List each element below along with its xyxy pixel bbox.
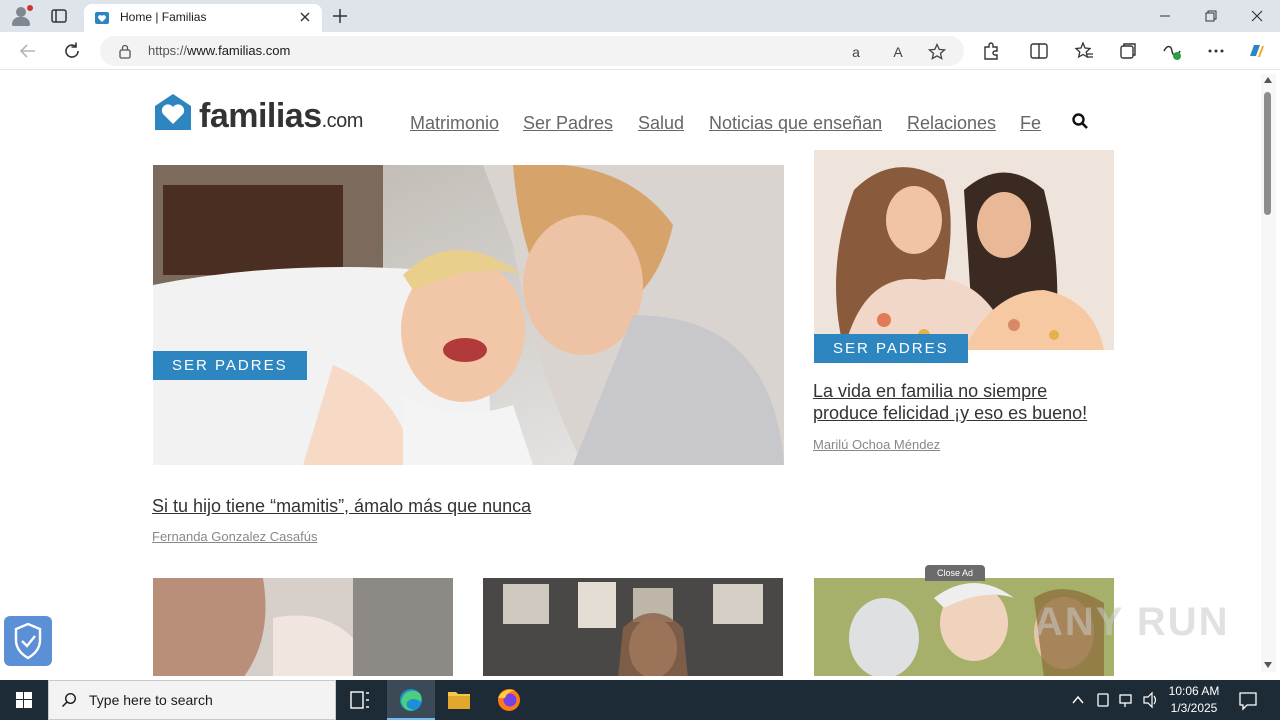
taskbar-clock[interactable]: 10:06 AM 1/3/2025: [1164, 683, 1224, 717]
taskbar-search-placeholder[interactable]: Type here to search: [89, 692, 213, 708]
firefox-icon[interactable]: [485, 680, 533, 720]
title-bar: Home | Familias: [0, 0, 1280, 32]
copilot-icon[interactable]: [1246, 40, 1268, 62]
taskbar-search-box[interactable]: Type here to search: [48, 680, 336, 720]
browser-essentials-icon[interactable]: [1161, 40, 1183, 62]
scrollbar-thumb[interactable]: [1264, 92, 1271, 215]
volume-icon[interactable]: [1142, 680, 1160, 720]
taskbar-edge-app[interactable]: [387, 680, 435, 720]
windows-taskbar: Type here to search 10:06 AM 1/3/2025: [0, 680, 1280, 720]
clock-date: 1/3/2025: [1170, 701, 1218, 715]
back-arrow-icon[interactable]: [17, 40, 39, 62]
minimize-button[interactable]: [1142, 0, 1188, 32]
taskbar-search-icon: [61, 692, 77, 708]
favorites-icon[interactable]: [1073, 40, 1095, 62]
read-aloud-icon[interactable]: A: [889, 43, 907, 61]
address-toolbar: https://www.familias.com a A: [0, 32, 1280, 70]
featured-category-badge[interactable]: SER PADRES: [153, 351, 307, 380]
tab-title: Home | Familias: [120, 10, 207, 24]
side-article-author[interactable]: Marilú Ochoa Méndez: [813, 437, 940, 452]
anyrun-watermark: ANY RUN: [1034, 600, 1230, 644]
logo-wordmark: familias.com: [199, 97, 363, 135]
notifications-icon[interactable]: [1238, 680, 1258, 720]
extensions-icon[interactable]: [980, 40, 1002, 62]
tab-actions-icon[interactable]: [50, 7, 68, 25]
nav-salud[interactable]: Salud: [638, 113, 684, 134]
side-article-title[interactable]: La vida en familia no siempre produce fe…: [813, 380, 1113, 424]
featured-article-author[interactable]: Fernanda Gonzalez Casafús: [152, 529, 317, 544]
scroll-up-arrow-icon[interactable]: [1264, 77, 1272, 83]
translate-icon[interactable]: a: [847, 43, 865, 61]
search-icon[interactable]: [1071, 112, 1089, 130]
address-bar[interactable]: https://www.familias.com a A: [100, 36, 964, 66]
nav-fe[interactable]: Fe: [1020, 113, 1041, 134]
tray-chevron-up-icon[interactable]: [1070, 680, 1086, 720]
featured-article-image[interactable]: SER PADRES: [153, 165, 784, 465]
scroll-down-arrow-icon[interactable]: [1264, 662, 1272, 668]
logo-house-heart-icon: [155, 94, 191, 130]
restore-button[interactable]: [1188, 0, 1234, 32]
nav-matrimonio[interactable]: Matrimonio: [410, 113, 499, 134]
side-category-badge[interactable]: SER PADRES: [814, 334, 968, 363]
featured-article-title[interactable]: Si tu hijo tiene “mamitis”, ámalo más qu…: [152, 495, 531, 517]
collections-icon[interactable]: [1117, 40, 1139, 62]
file-explorer-icon[interactable]: [435, 680, 483, 720]
profile-icon[interactable]: [10, 5, 33, 27]
nav-relaciones[interactable]: Relaciones: [907, 113, 996, 134]
new-tab-icon[interactable]: [332, 8, 348, 24]
network-icon[interactable]: [1118, 680, 1136, 720]
clock-time: 10:06 AM: [1168, 684, 1220, 698]
side-article-image[interactable]: [814, 150, 1114, 350]
shield-check-icon: [14, 622, 42, 660]
more-options-icon[interactable]: [1205, 40, 1227, 62]
edge-icon: [400, 689, 422, 711]
windows-start-icon[interactable]: [0, 680, 48, 720]
nav-noticias[interactable]: Noticias que enseñan: [709, 113, 882, 134]
tab-home-familias[interactable]: Home | Familias: [84, 4, 322, 32]
refresh-icon[interactable]: [61, 40, 83, 62]
article-thumb-1[interactable]: [153, 578, 453, 676]
close-tab-icon[interactable]: [298, 10, 312, 24]
url-text[interactable]: https://www.familias.com: [148, 43, 290, 58]
familias-favicon-icon: [95, 12, 109, 24]
page-scrollbar[interactable]: [1261, 74, 1276, 672]
split-screen-icon[interactable]: [1028, 40, 1050, 62]
nav-ser-padres[interactable]: Ser Padres: [523, 113, 613, 134]
lock-icon[interactable]: [118, 43, 132, 59]
side-photo: [814, 150, 1114, 350]
task-view-icon[interactable]: [336, 680, 384, 720]
favorite-star-icon[interactable]: [928, 43, 946, 61]
close-ad-button[interactable]: Close Ad: [925, 565, 985, 581]
article-thumb-2[interactable]: [483, 578, 783, 676]
tray-app-icon[interactable]: [1095, 680, 1111, 720]
close-window-button[interactable]: [1234, 0, 1280, 32]
featured-photo: [153, 165, 784, 465]
privacy-shield-button[interactable]: [4, 616, 52, 666]
page-viewport: familias.com Matrimonio Ser Padres Salud…: [4, 70, 1261, 676]
